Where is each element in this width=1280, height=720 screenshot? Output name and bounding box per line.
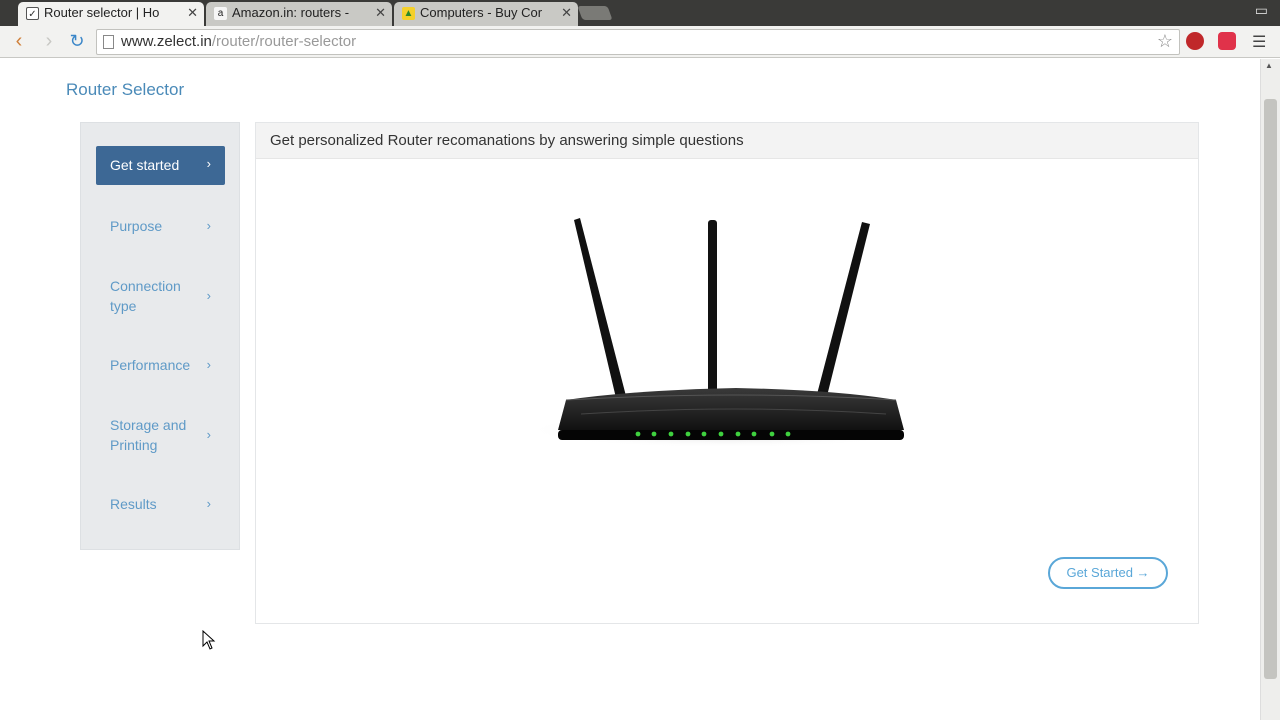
- card-header: Get personalized Router recomanations by…: [256, 123, 1198, 159]
- menu-icon[interactable]: ☰: [1252, 32, 1266, 52]
- window-restore-icon[interactable]: ▭: [1255, 2, 1268, 19]
- step-results[interactable]: Results ›: [96, 494, 225, 514]
- chevron-right-icon: ›: [206, 357, 211, 372]
- reload-icon[interactable]: ↻: [66, 30, 88, 52]
- tab-title: Amazon.in: routers -: [232, 5, 350, 20]
- page-title: Router Selector: [66, 80, 185, 99]
- step-purpose[interactable]: Purpose ›: [96, 216, 225, 236]
- tab-router-selector[interactable]: ✓ Router selector | Ho ✕: [18, 2, 204, 26]
- tab-title: Router selector | Ho: [44, 5, 160, 20]
- page-content: Router Selector Get started › Purpose › …: [0, 59, 1260, 720]
- step-label: Purpose: [110, 218, 163, 234]
- step-label: Get started: [110, 157, 180, 173]
- step-connection-type[interactable]: Connection type ›: [96, 276, 225, 316]
- tab-amazon[interactable]: a Amazon.in: routers - ✕: [206, 2, 392, 26]
- page-icon: [103, 35, 114, 49]
- tab-strip: ✓ Router selector | Ho ✕ a Amazon.in: ro…: [0, 0, 1280, 26]
- extension-icon[interactable]: [1218, 32, 1236, 50]
- address-bar[interactable]: www.zelect.in/router/router-selector ☆: [96, 29, 1180, 55]
- step-label: Performance: [110, 357, 191, 373]
- get-started-button[interactable]: Get Started →: [1048, 557, 1168, 589]
- new-tab-button[interactable]: [577, 6, 613, 20]
- back-icon[interactable]: ‹: [8, 30, 30, 52]
- tab-title: Computers - Buy Cor: [420, 5, 543, 20]
- step-label: Connection type: [110, 278, 181, 314]
- chevron-right-icon: ›: [206, 496, 211, 511]
- card-title: Get personalized Router recomanations by…: [270, 132, 744, 149]
- amazon-icon: a: [214, 7, 227, 20]
- step-get-started[interactable]: Get started ›: [96, 146, 225, 185]
- url-path: /router/router-selector: [211, 33, 357, 50]
- step-storage-printing[interactable]: Storage and Printing ›: [96, 415, 225, 455]
- scrollbar-thumb[interactable]: [1264, 99, 1277, 679]
- bookmark-star-icon[interactable]: ☆: [1157, 31, 1173, 52]
- vertical-scrollbar[interactable]: ▲: [1260, 59, 1280, 720]
- url-host: www.zelect.in: [121, 33, 212, 50]
- forward-icon[interactable]: ›: [38, 30, 60, 52]
- mouse-cursor-icon: [202, 630, 216, 650]
- url-text[interactable]: www.zelect.in/router/router-selector: [121, 30, 356, 54]
- step-label: Storage and Printing: [110, 417, 187, 453]
- close-icon[interactable]: ✕: [375, 2, 386, 24]
- bag-icon: ▲: [402, 7, 415, 20]
- tab-computers[interactable]: ▲ Computers - Buy Cor ✕: [394, 2, 578, 26]
- chevron-right-icon: ›: [206, 288, 211, 303]
- extension-icon[interactable]: [1186, 32, 1204, 50]
- chevron-right-icon: ›: [206, 427, 211, 442]
- close-icon[interactable]: ✕: [561, 2, 572, 24]
- step-performance[interactable]: Performance ›: [96, 355, 225, 375]
- scroll-up-icon[interactable]: ▲: [1265, 61, 1273, 70]
- chevron-right-icon: ›: [206, 218, 211, 233]
- close-icon[interactable]: ✕: [187, 2, 198, 24]
- steps-sidebar: Get started › Purpose › Connection type …: [80, 122, 240, 550]
- browser-toolbar: ‹ › ↻ www.zelect.in/router/router-select…: [0, 26, 1280, 58]
- checkbox-icon: ✓: [26, 7, 39, 20]
- intro-card: Get personalized Router recomanations by…: [255, 122, 1199, 624]
- router-image: [526, 218, 926, 448]
- chevron-right-icon: ›: [206, 156, 211, 171]
- step-label: Results: [110, 496, 157, 512]
